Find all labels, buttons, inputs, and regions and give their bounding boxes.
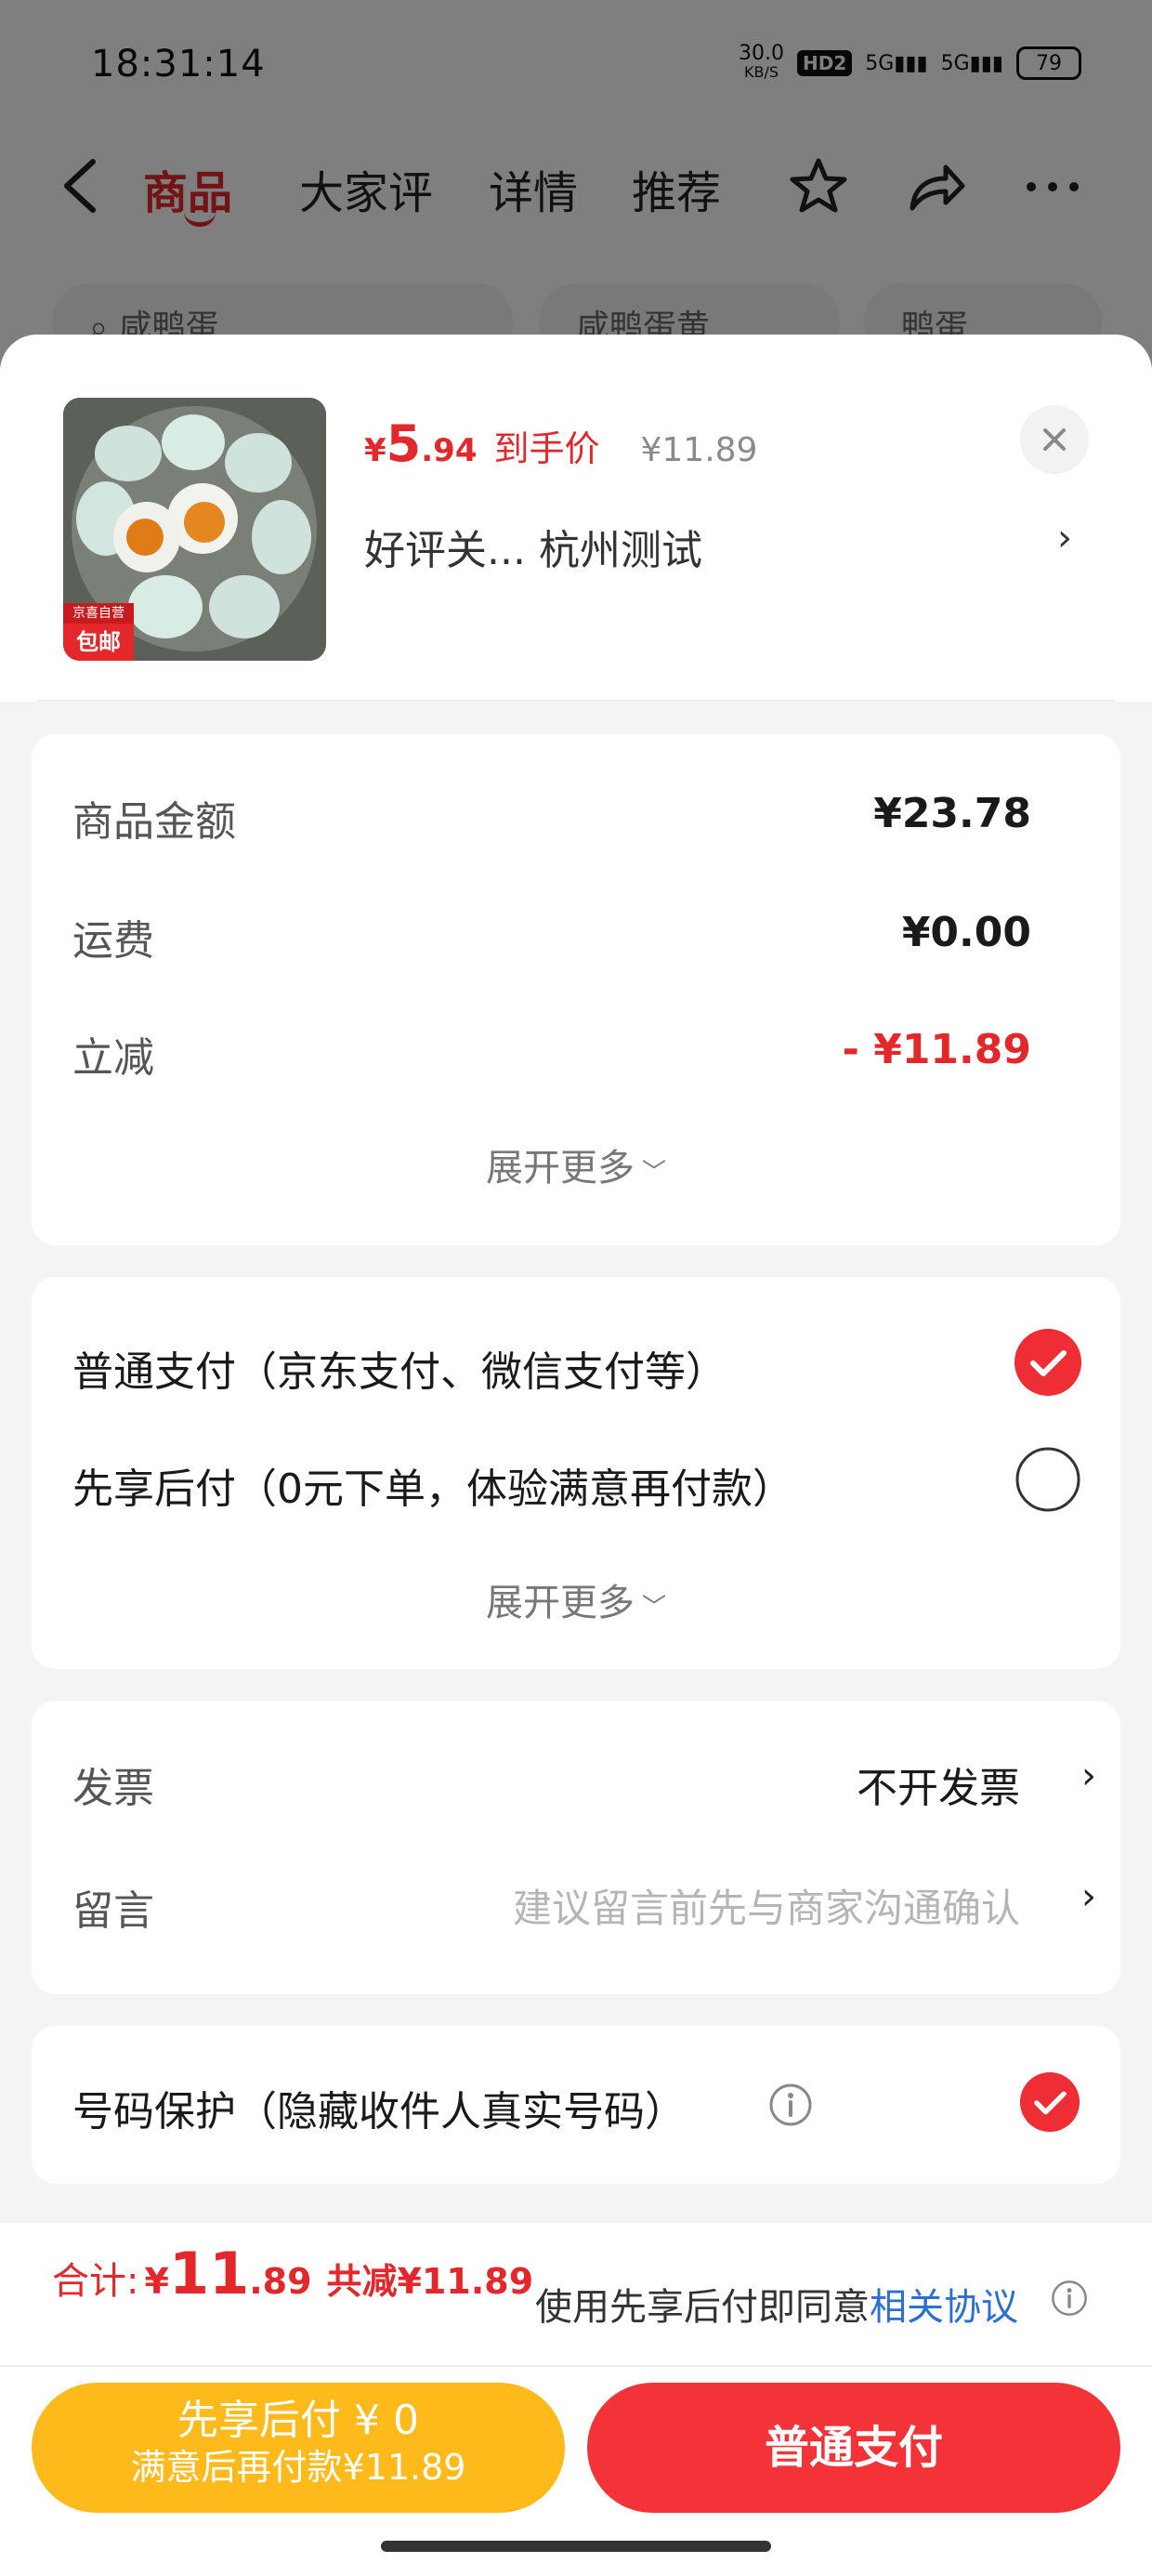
original-price: ¥11.89 xyxy=(640,431,758,469)
product-thumbnail[interactable]: 京喜自营 包邮 xyxy=(63,398,326,661)
cost-card: 商品金额 ¥23.78 运费 ¥0.00 立减 - ¥11.89 展开更多 ﹀ xyxy=(32,734,1120,1245)
message-input[interactable]: 建议留言前先与商家沟通确认 xyxy=(513,1877,1020,1934)
agreement-link[interactable]: 相关协议 xyxy=(870,2286,1018,2329)
pay-later-line2: 满意后再付款¥11.89 xyxy=(130,2447,466,2488)
free-shipping-badge: 京喜自营 包邮 xyxy=(63,603,134,661)
info-icon[interactable] xyxy=(1050,2279,1089,2318)
price-decimal: .94 xyxy=(421,432,478,469)
expand-more-cost[interactable]: 展开更多 ﹀ xyxy=(32,1137,1120,1191)
price-line: ¥ 5 .94 到手价 ¥11.89 xyxy=(364,414,757,473)
chevron-right-icon[interactable]: › xyxy=(1081,1755,1096,1797)
invoice-label: 发票 xyxy=(72,1765,154,1812)
close-icon[interactable] xyxy=(1020,405,1089,474)
extras-card: 发票 不开发票 › 留言 建议留言前先与商家沟通确认 › xyxy=(32,1701,1120,1994)
product-header: 京喜自营 包邮 ¥ 5 .94 到手价 ¥11.89 好评关... 杭州测试 › xyxy=(0,335,1152,702)
discount-label: 立减 xyxy=(72,1034,154,1082)
badge-top-text: 京喜自营 xyxy=(63,603,134,624)
home-indicator[interactable] xyxy=(381,2541,771,2552)
final-price-tag: 到手价 xyxy=(493,428,600,469)
radio-unchecked-icon[interactable] xyxy=(1015,1446,1081,1513)
agreement-text: 使用先享后付即同意相关协议 xyxy=(535,2277,1018,2331)
payment-option-later[interactable]: 先享后付（0元下单，体验满意再付款） xyxy=(72,1455,793,1515)
shipping-value: ¥0.00 xyxy=(901,909,1031,956)
bottom-divider xyxy=(0,2365,1152,2367)
chevron-right-icon[interactable]: › xyxy=(1057,517,1072,559)
chevron-down-icon: ﹀ xyxy=(641,1593,666,1622)
expand-more-payment-label: 展开更多 xyxy=(485,1582,635,1624)
privacy-card: 号码保护（隐藏收件人真实号码） xyxy=(32,2026,1120,2184)
total-integer: 11 xyxy=(168,2240,250,2307)
expand-more-payment[interactable]: 展开更多 ﹀ xyxy=(32,1572,1120,1626)
payment-option-normal[interactable]: 普通支付（京东支付、微信支付等） xyxy=(72,1338,727,1398)
radio-checked-icon[interactable] xyxy=(1015,1329,1081,1396)
agreement-prefix: 使用先享后付即同意 xyxy=(535,2286,870,2329)
price-currency: ¥ xyxy=(364,432,386,469)
total-reduction: 共减¥11.89 xyxy=(326,2261,534,2302)
badge-main-text: 包邮 xyxy=(76,629,121,655)
total-label: 合计: xyxy=(52,2260,139,2303)
chevron-right-icon[interactable]: › xyxy=(1081,1875,1096,1918)
pay-normal-button[interactable]: 普通支付 xyxy=(587,2383,1120,2513)
total-summary: 合计: ¥ 11 .89 共减¥11.89 xyxy=(52,2240,533,2307)
pay-later-line1: 先享后付 ¥ 0 xyxy=(177,2397,419,2444)
discount-value: - ¥11.89 xyxy=(842,1026,1031,1073)
number-protection-checked-icon[interactable] xyxy=(1020,2072,1080,2132)
pay-later-button[interactable]: 先享后付 ¥ 0 满意后再付款¥11.89 xyxy=(32,2383,565,2513)
invoice-value[interactable]: 不开发票 xyxy=(857,1755,1020,1814)
total-decimal: .89 xyxy=(249,2261,312,2302)
message-label: 留言 xyxy=(72,1887,154,1935)
payment-card: 普通支付（京东支付、微信支付等） 先享后付（0元下单，体验满意再付款） 展开更多… xyxy=(32,1277,1120,1669)
subtotal-label: 商品金额 xyxy=(72,798,236,846)
info-icon[interactable] xyxy=(767,2082,814,2128)
header-divider xyxy=(37,700,1115,702)
product-spec[interactable]: 好评关... 杭州测试 xyxy=(364,517,702,576)
price-integer: 5 xyxy=(386,414,422,473)
shipping-label: 运费 xyxy=(72,917,154,965)
number-protection-label: 号码保护（隐藏收件人真实号码） xyxy=(72,2088,686,2136)
expand-more-cost-label: 展开更多 xyxy=(485,1147,635,1189)
subtotal-value: ¥23.78 xyxy=(873,790,1031,837)
chevron-down-icon: ﹀ xyxy=(641,1158,666,1187)
total-currency: ¥ xyxy=(144,2261,169,2302)
